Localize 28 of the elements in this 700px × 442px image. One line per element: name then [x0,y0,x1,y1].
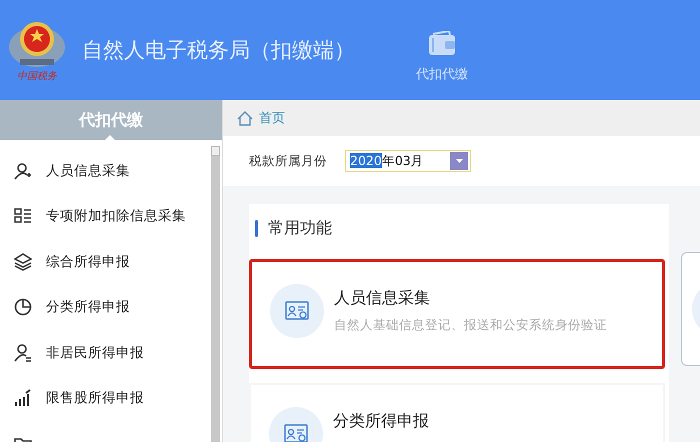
function-card[interactable]: 分类所得申报 [249,383,665,442]
sidebar-item[interactable]: 分类所得申报 [0,284,211,330]
field-label: 税款所属月份 [249,152,327,170]
card-title: 人员信息采集 [334,288,431,309]
home-icon [237,110,253,126]
card-description: 自然人基础信息登记、报送和公安系统身份验证 [334,317,607,334]
caret-icon [456,159,462,163]
function-card[interactable]: 人员信息采集 自然人基础信息登记、报送和公安系统身份验证 [249,259,665,369]
wallet-icon [427,31,457,57]
card-title: 分类所得申报 [333,411,429,432]
month-field[interactable]: 2020年03月 [345,150,471,172]
logo-text: 中国税务 [17,70,57,83]
scrollbar[interactable] [211,146,220,442]
layers-icon [14,252,32,271]
sidebar-title: 代扣代缴 [0,100,222,140]
sidebar-item[interactable]: 限售股所得申报 [0,376,211,421]
person-icon [14,344,32,362]
pie-chart-icon [14,298,32,316]
sidebar-item[interactable]: 综合所得申报 [0,239,211,284]
sidebar-item[interactable]: 非居民所得申报 [0,330,211,376]
person-icon [14,162,32,180]
sidebar-item[interactable]: 专项附加扣除信息采集 [0,194,211,239]
sidebar-item[interactable]: 人员信息采集 [0,148,211,194]
list-icon [14,207,32,226]
section-title: 常用功能 [268,218,332,239]
signal-bars-icon [14,389,32,408]
app-title: 自然人电子税务局（扣缴端） [82,37,356,64]
dropdown-button[interactable] [450,152,468,170]
